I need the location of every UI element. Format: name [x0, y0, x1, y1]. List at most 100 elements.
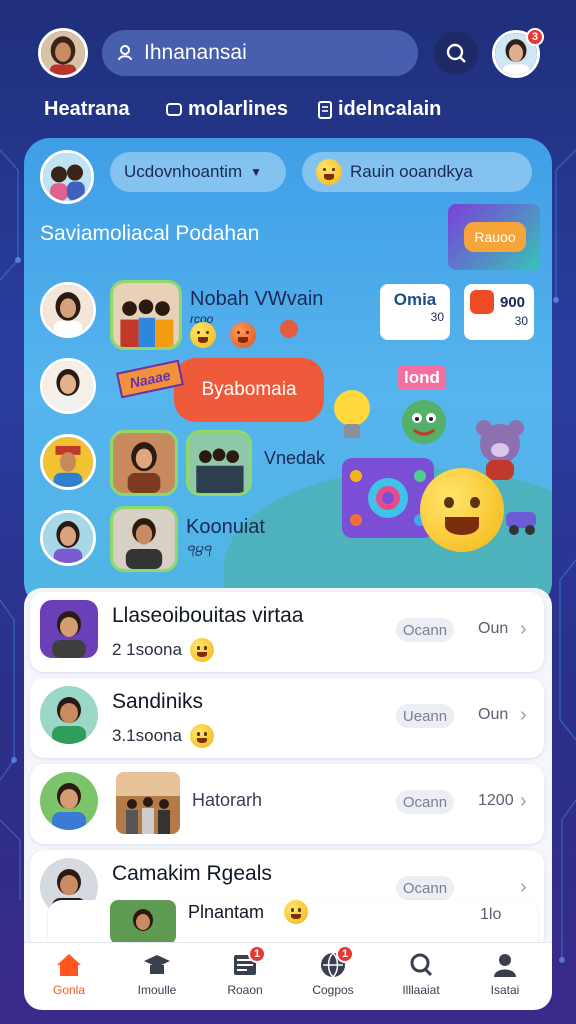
event-photo-image: [116, 772, 180, 834]
list-item[interactable]: Plnantam 1lo: [48, 900, 538, 944]
list-item[interactable]: Sandiniks 3.1soona Ueann Oun ›: [30, 678, 544, 758]
list-item-chip[interactable]: Ocann: [396, 618, 454, 642]
smile-emoji-icon: [284, 900, 308, 924]
chevron-down-icon: ▼: [250, 165, 263, 179]
contact-avatar-2[interactable]: [40, 358, 96, 414]
list-avatar: [40, 686, 98, 744]
nav-item-1[interactable]: Heatrana: [44, 98, 130, 121]
contact-avatar-4[interactable]: [40, 510, 96, 566]
person-photo-image: [113, 433, 175, 493]
graduation-cap-icon: [144, 955, 170, 974]
bottom-nav-item-news[interactable]: 1 Roaon: [200, 945, 290, 997]
monster-icon: [402, 400, 446, 444]
bottom-nav-label: Roaon: [227, 983, 263, 997]
list-item-value: Oun: [478, 706, 509, 723]
person-photo-2[interactable]: [110, 430, 178, 496]
nav-item-3[interactable]: idelncalain: [318, 98, 441, 121]
person-icon: [494, 954, 516, 977]
contact-avatar-image: [43, 513, 93, 563]
list-item-title: Sandiniks: [112, 690, 204, 713]
list-avatar: [40, 600, 98, 658]
item2-title: Vnedak: [264, 448, 326, 468]
bottom-nav-label: Illlaaiat: [402, 983, 440, 997]
contact-avatar-image: [43, 285, 93, 335]
smile-emoji-icon: [316, 159, 342, 185]
item3-title: Koonuiat: [186, 516, 265, 538]
bottom-nav-item-profile[interactable]: Isatai: [460, 951, 550, 997]
list-item-chip[interactable]: Ueann: [396, 704, 454, 728]
speech-bubble: Byabomaia: [174, 358, 324, 422]
mood-pill-label: Rauin ooandkya: [350, 162, 473, 181]
notification-badge: 1: [248, 945, 266, 963]
notification-badge: 3: [526, 28, 544, 46]
list-item-subtitle: 3.1soona: [112, 724, 214, 748]
chevron-right-icon: ›: [520, 876, 527, 898]
list-thumbnail: [110, 900, 176, 944]
list-item-value: Oun: [478, 620, 509, 637]
top-nav: Heatrana molarlines idelncalain: [0, 98, 576, 128]
contact-avatar-image: [43, 361, 93, 411]
list-avatar: [40, 772, 98, 830]
hero-card: Ucdovnhoantim ▼ Rauin ooandkya Saviamoli…: [24, 138, 552, 608]
group-photo-image: [113, 283, 179, 347]
group-photo-3[interactable]: [186, 430, 252, 496]
list-item-value: 1200: [478, 792, 514, 809]
list-item-value: 1lo: [480, 906, 502, 923]
contact-avatar-image: [43, 437, 93, 487]
nav-item-label: molarlines: [188, 98, 289, 120]
group-photo-image: [189, 433, 249, 493]
avatar-image: [41, 31, 85, 75]
notification-badge: 1: [336, 945, 354, 963]
wink-emoji-icon: [189, 724, 214, 748]
document-icon: [318, 100, 332, 119]
list-item-title: Llaseoibouitas virtaa: [112, 604, 304, 627]
list-item-subtitle-text: 2 1soona: [112, 640, 182, 659]
bottom-nav-item-search[interactable]: Illlaaiat: [376, 951, 466, 997]
list-item[interactable]: Llaseoibouitas virtaa 2 1soona Ocann Oun…: [30, 592, 544, 672]
bottom-nav-label: Gonla: [52, 983, 86, 997]
tag-card-1[interactable]: Omia 30: [380, 284, 450, 340]
toy-car-icon: [506, 512, 536, 535]
person-image: [52, 697, 86, 744]
bear-icon: [476, 420, 524, 480]
contact-avatar-3[interactable]: [40, 434, 96, 490]
chevron-right-icon: ›: [520, 704, 527, 726]
chevron-right-icon: ›: [520, 618, 527, 640]
home-icon: [57, 954, 81, 976]
person-image: [110, 900, 176, 944]
list-item-title: Hatorarh: [192, 790, 263, 810]
category-dropdown[interactable]: Ucdovnhoantim ▼: [110, 152, 286, 192]
profile-avatar[interactable]: [38, 28, 88, 78]
hero-group-avatar[interactable]: [40, 150, 94, 204]
search-button[interactable]: [434, 31, 478, 75]
list-item[interactable]: Hatorarh Ocann 1200 ›: [30, 764, 544, 844]
mood-pill[interactable]: Rauin ooandkya: [302, 152, 532, 192]
hero-title: Saviamoliacal Podahan: [40, 222, 260, 245]
tag-card-title: Omia: [393, 290, 437, 309]
bottom-nav-item-globe[interactable]: 1 Cogpos: [288, 945, 378, 997]
nav-item-label: Heatrana: [44, 98, 130, 120]
search-bar[interactable]: Ihnanansai: [102, 30, 418, 76]
devil-emoji-icon: [230, 322, 256, 348]
bottom-nav: Gonla Imoulle 1 Roaon 1 Cogpos Illlaaiat…: [24, 942, 552, 1010]
person-image: [52, 611, 86, 658]
person-photo-4[interactable]: [110, 506, 178, 572]
top-bar: Ihnanansai 3: [0, 0, 576, 100]
bottom-nav-item-learn[interactable]: Imoulle: [112, 951, 202, 997]
contact-avatar-1[interactable]: [40, 282, 96, 338]
tag-card-2[interactable]: 900 30: [464, 284, 534, 340]
list-item-chip[interactable]: Ocann: [396, 790, 454, 814]
bottom-nav-item-home[interactable]: Gonla: [24, 951, 114, 997]
chevron-right-icon: ›: [520, 790, 527, 812]
promo-card[interactable]: Rauoo: [448, 204, 540, 270]
group-photo-1[interactable]: [110, 280, 182, 350]
list-item-subtitle-text: 3.1soona: [112, 726, 182, 745]
category-dropdown-label: Ucdovnhoantim: [124, 162, 243, 181]
smile-emoji-icon: [190, 322, 216, 348]
app-icon: [470, 290, 494, 314]
search-icon: [410, 953, 433, 977]
nav-item-2[interactable]: molarlines: [166, 98, 288, 121]
list-item-chip[interactable]: Ocann: [396, 876, 454, 900]
group-avatar-image: [43, 153, 91, 201]
illustration-badge: lond: [398, 366, 446, 390]
